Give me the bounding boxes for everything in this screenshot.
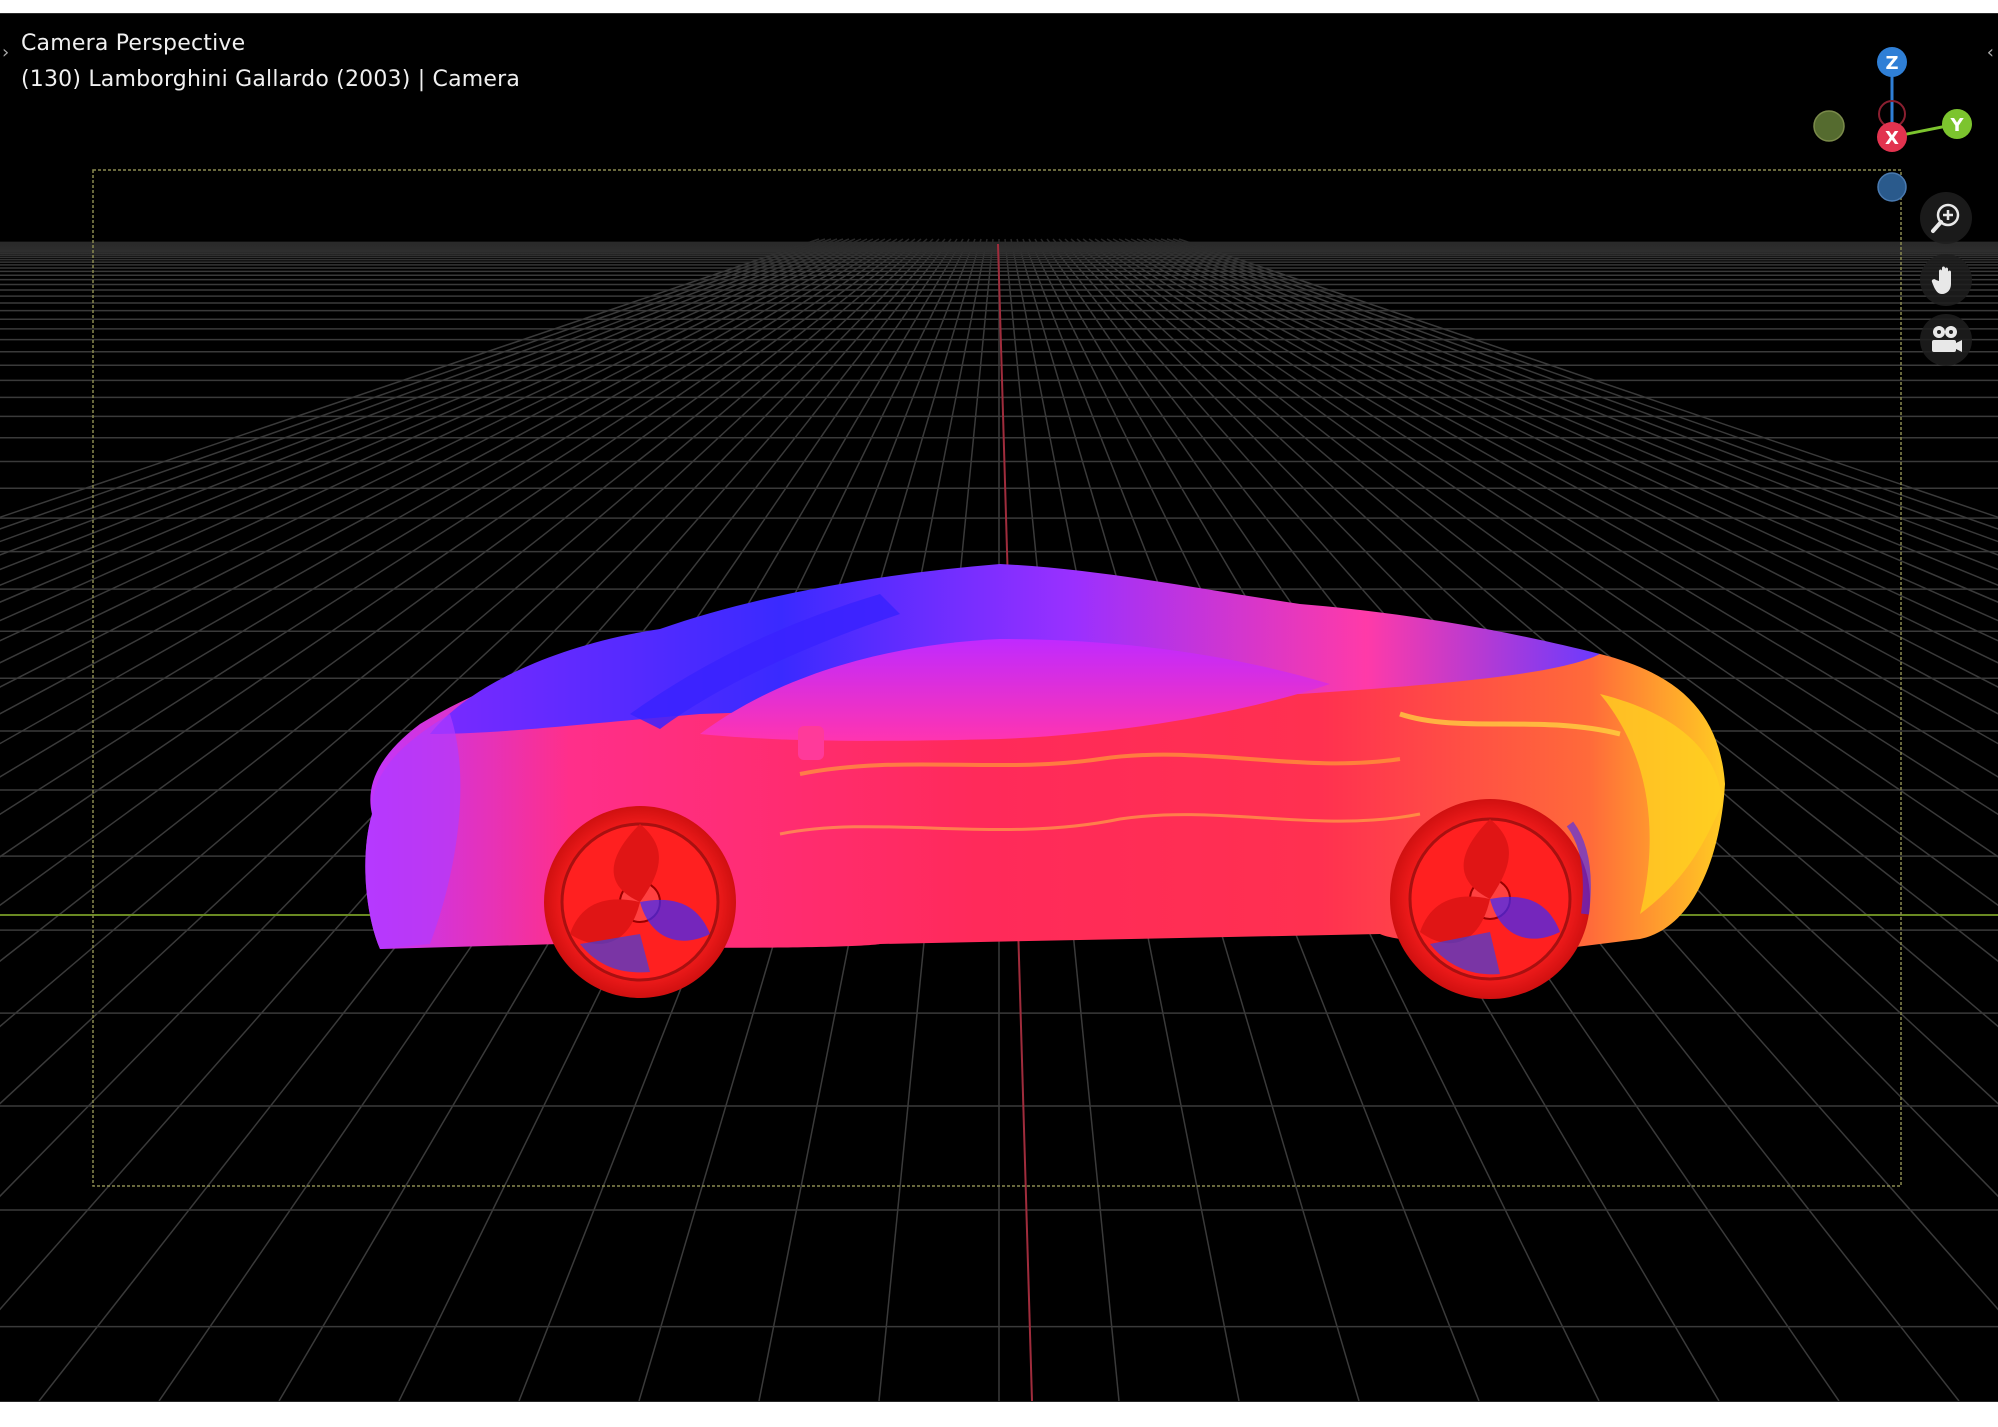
3d-viewport[interactable]: › ‹ Camera Perspective (130) Lamborghini… bbox=[0, 13, 1998, 1402]
rear-wheel bbox=[1390, 799, 1591, 999]
zoom-button[interactable] bbox=[1920, 192, 1972, 244]
zoom-icon bbox=[1931, 203, 1960, 233]
camera-view-button[interactable] bbox=[1920, 314, 1972, 366]
z-axis-handle[interactable]: Z bbox=[1877, 47, 1907, 77]
hand-icon bbox=[1931, 266, 1951, 294]
x-axis-handle[interactable]: X bbox=[1877, 122, 1907, 152]
pan-button[interactable] bbox=[1920, 254, 1972, 306]
car-model bbox=[365, 564, 1726, 999]
svg-text:X: X bbox=[1885, 128, 1899, 149]
y-axis-handle[interactable]: Y bbox=[1942, 109, 1972, 139]
svg-text:Y: Y bbox=[1949, 115, 1964, 136]
neg-y-axis-handle[interactable] bbox=[1813, 110, 1845, 142]
svg-text:Z: Z bbox=[1885, 53, 1898, 74]
view-title: Camera Perspective bbox=[21, 31, 246, 56]
navigation-gizmo[interactable]: Z X Y bbox=[1800, 29, 1990, 209]
neg-z-axis-handle[interactable] bbox=[1877, 172, 1907, 202]
chevron-right-icon[interactable]: › bbox=[2, 42, 9, 63]
camera-icon bbox=[1932, 326, 1962, 352]
scene-canvas[interactable] bbox=[0, 14, 1998, 1401]
view-subtitle: (130) Lamborghini Gallardo (2003) | Came… bbox=[21, 67, 521, 92]
front-wheel bbox=[544, 806, 736, 998]
